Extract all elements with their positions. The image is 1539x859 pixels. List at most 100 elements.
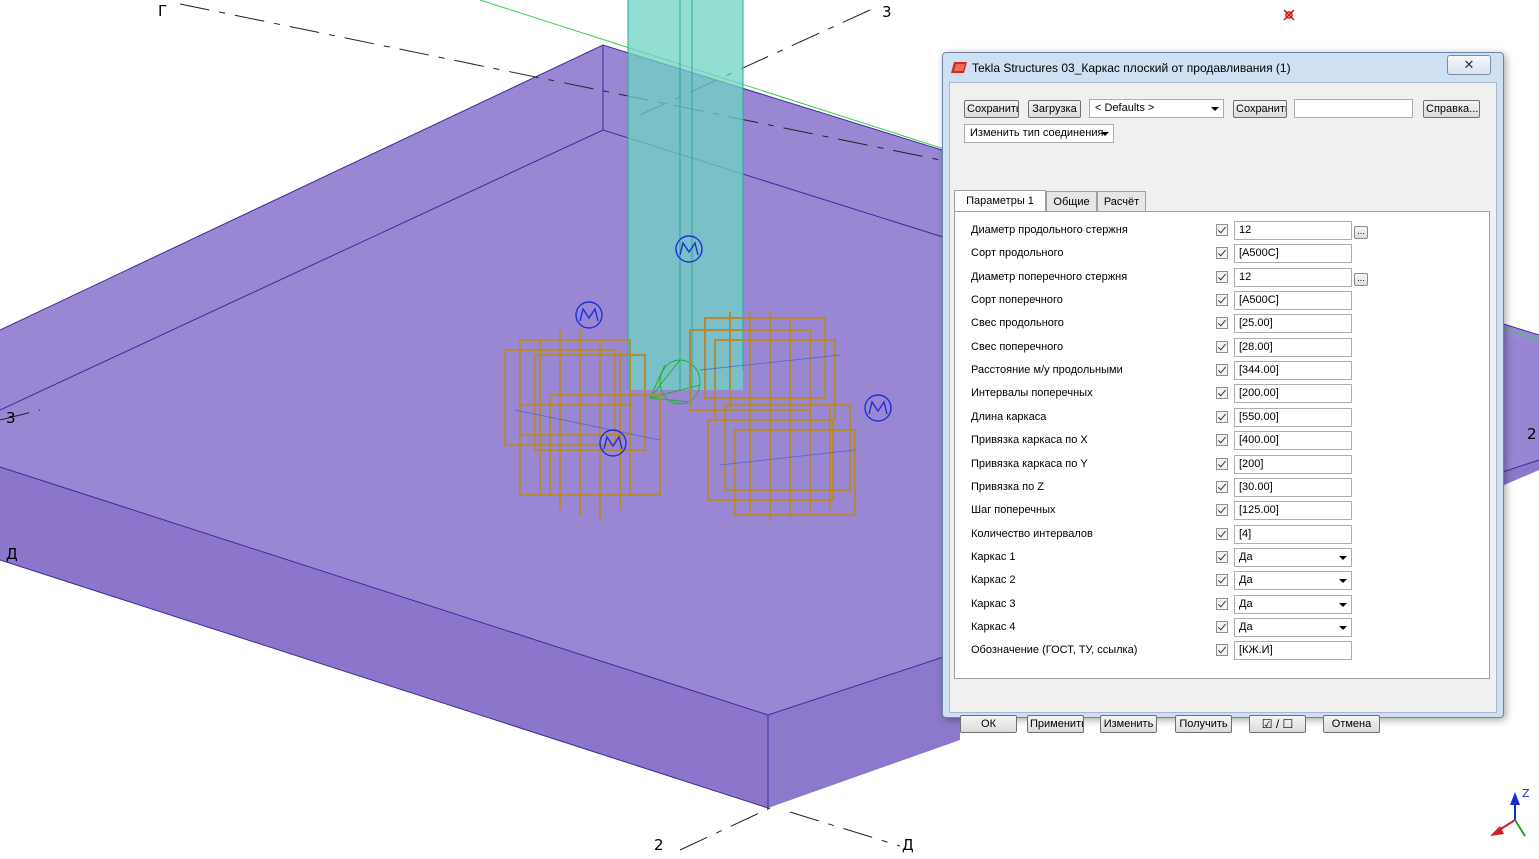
param-enable-checkbox[interactable] [1216, 340, 1228, 353]
param-row: Сорт продольного [A500C] [955, 243, 1485, 265]
get-button[interactable]: Получить [1175, 715, 1232, 733]
param-value: [КЖ.И] [1239, 644, 1273, 657]
browse-button[interactable]: ... [1354, 272, 1368, 286]
param-input[interactable]: [344.00] [1234, 361, 1352, 381]
param-row: Диаметр продольного стержня 12... [955, 220, 1485, 242]
chevron-down-icon [1339, 579, 1347, 584]
param-value: 12 [1239, 270, 1252, 283]
param-row: Сорт поперечного [A500C] [955, 290, 1485, 312]
browse-button[interactable]: ... [1354, 226, 1368, 239]
origin-cross-icon [1283, 9, 1295, 21]
param-label: Каркас 1 [971, 550, 1016, 563]
connection-type-value: Изменить тип соединения [970, 127, 1104, 139]
param-enable-checkbox[interactable] [1216, 387, 1228, 400]
defaults-select[interactable]: < Defaults > [1089, 99, 1224, 118]
param-enable-checkbox[interactable] [1216, 317, 1228, 330]
param-value: [28.00] [1239, 340, 1273, 353]
param-enable-checkbox[interactable] [1216, 457, 1228, 470]
grid-label-3-left: 3 [6, 409, 16, 427]
param-input[interactable]: [A500C] [1234, 244, 1352, 264]
component-properties-dialog[interactable]: Tekla Structures 03_Каркас плоский от пр… [942, 52, 1504, 733]
param-input[interactable]: [200.00] [1234, 384, 1352, 404]
param-enable-checkbox[interactable] [1216, 550, 1228, 563]
tekla-app-icon [951, 62, 967, 73]
param-label: Диаметр продольного стержня [971, 224, 1128, 236]
param-input[interactable]: [КЖ.И] [1234, 641, 1352, 661]
modify-button[interactable]: Изменить [1100, 715, 1157, 733]
param-row: Шаг поперечных [125.00] [955, 500, 1485, 522]
param-input[interactable]: [30.00] [1234, 477, 1352, 497]
param-enable-checkbox[interactable] [1216, 364, 1228, 377]
param-input[interactable]: [550.00] [1234, 407, 1352, 427]
param-value: [400.00] [1239, 434, 1279, 447]
param-select[interactable]: Да [1234, 547, 1352, 567]
save-as-name-input[interactable] [1294, 99, 1413, 118]
param-row: Каркас 3 Да [955, 594, 1485, 616]
param-label: Диаметр поперечного стержня [971, 270, 1128, 283]
param-input[interactable]: [200] [1234, 454, 1352, 474]
param-input[interactable]: 12 [1234, 221, 1352, 240]
param-row: Каркас 1 Да [955, 547, 1485, 569]
ok-button[interactable]: ОК [960, 715, 1017, 733]
param-label: Интервалы поперечных [971, 387, 1093, 400]
param-enable-checkbox[interactable] [1216, 620, 1228, 633]
param-input[interactable]: 12 [1234, 267, 1352, 287]
param-label: Обозначение (ГОСТ, ТУ, ссылка) [971, 644, 1138, 657]
close-icon: ✕ [1463, 57, 1475, 72]
param-select[interactable]: Да [1234, 594, 1352, 614]
param-input[interactable]: [400.00] [1234, 431, 1352, 451]
param-select[interactable]: Да [1234, 617, 1352, 637]
cancel-button[interactable]: Отмена [1323, 715, 1380, 733]
param-row: Каркас 4 Да [955, 617, 1485, 639]
param-label: Привязка каркаса по Y [971, 457, 1088, 470]
param-enable-checkbox[interactable] [1216, 410, 1228, 423]
param-enable-checkbox[interactable] [1216, 504, 1228, 517]
grid-label-d-left: Д [6, 545, 18, 563]
param-label: Каркас 4 [971, 620, 1016, 633]
param-input[interactable]: [125.00] [1234, 501, 1352, 521]
apply-button[interactable]: Применить [1027, 715, 1084, 733]
tab-analysis[interactable]: Расчёт [1097, 191, 1146, 212]
param-select[interactable]: Да [1234, 571, 1352, 591]
grid-label-2-bottom: 2 [654, 836, 664, 854]
param-value: Да [1239, 574, 1253, 587]
param-enable-checkbox[interactable] [1216, 224, 1228, 236]
param-input[interactable]: [4] [1234, 524, 1352, 544]
param-row: Каркас 2 Да [955, 570, 1485, 592]
save-button[interactable]: Сохранить [964, 100, 1019, 118]
param-row: Обозначение (ГОСТ, ТУ, ссылка) [КЖ.И] [955, 640, 1485, 662]
param-label: Сорт продольного [971, 247, 1064, 260]
param-enable-checkbox[interactable] [1216, 270, 1228, 283]
param-label: Свес поперечного [971, 340, 1064, 353]
param-input[interactable]: [A500C] [1234, 291, 1352, 311]
param-enable-checkbox[interactable] [1216, 434, 1228, 447]
param-enable-checkbox[interactable] [1216, 644, 1228, 657]
save-as-button[interactable]: Сохранить как [1233, 100, 1287, 118]
param-enable-checkbox[interactable] [1216, 480, 1228, 493]
param-enable-checkbox[interactable] [1216, 247, 1228, 260]
param-label: Шаг поперечных [971, 504, 1056, 517]
param-enable-checkbox[interactable] [1216, 294, 1228, 307]
tab-parameters-1[interactable]: Параметры 1 [954, 190, 1046, 212]
dialog-title: Tekla Structures 03_Каркас плоский от пр… [972, 61, 1291, 75]
param-value: 12 [1239, 224, 1252, 236]
param-label: Каркас 2 [971, 574, 1016, 587]
dialog-titlebar[interactable]: Tekla Structures 03_Каркас плоский от пр… [943, 53, 1503, 83]
load-button[interactable]: Загрузка [1028, 100, 1081, 118]
param-enable-checkbox[interactable] [1216, 527, 1228, 540]
tab-general[interactable]: Общие [1046, 191, 1097, 212]
param-enable-checkbox[interactable] [1216, 597, 1228, 610]
connection-type-select[interactable]: Изменить тип соединения [964, 124, 1114, 143]
param-input[interactable]: [28.00] [1234, 337, 1352, 357]
param-value: Да [1239, 597, 1253, 610]
param-value: [344.00] [1239, 364, 1279, 377]
param-value: Да [1239, 550, 1253, 563]
param-enable-checkbox[interactable] [1216, 574, 1228, 587]
help-button[interactable]: Справка... [1423, 100, 1480, 118]
chevron-down-icon [1339, 625, 1347, 630]
toggle-checkboxes-button[interactable]: ☑ / ☐ [1249, 715, 1306, 733]
param-label: Привязка каркаса по X [971, 434, 1088, 447]
param-label: Каркас 3 [971, 597, 1016, 610]
param-input[interactable]: [25.00] [1234, 314, 1352, 334]
close-button[interactable]: ✕ [1447, 55, 1491, 75]
